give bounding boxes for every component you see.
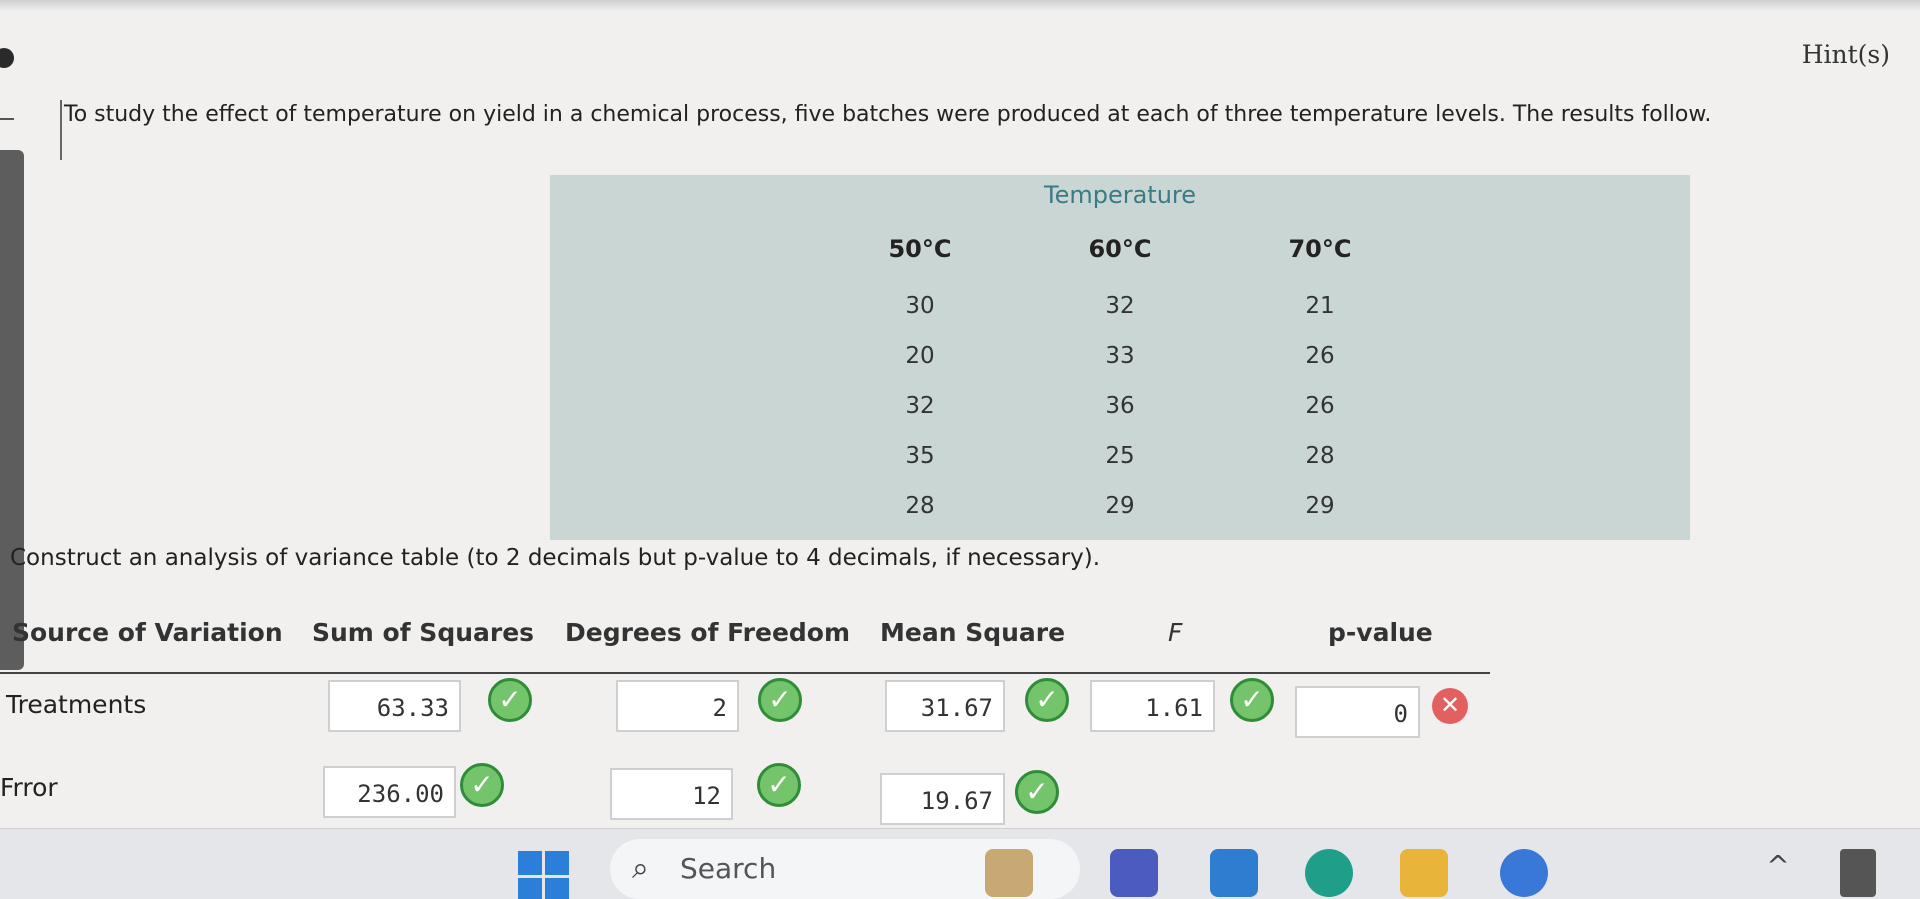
- error-ss-input[interactable]: 236.00: [323, 766, 456, 818]
- header-degrees-of-freedom: Degrees of Freedom: [565, 618, 851, 647]
- left-dot-icon: [0, 48, 14, 68]
- header-p-value: p-value: [1328, 618, 1433, 647]
- table-cell: 25: [1105, 443, 1135, 469]
- header-f: F: [1168, 618, 1183, 647]
- table-cell: 21: [1305, 293, 1335, 319]
- column-70c: 70°C 21 26 26 28 29: [1250, 235, 1390, 531]
- table-cell: 32: [905, 393, 935, 419]
- treatments-ms-input[interactable]: 31.67: [885, 680, 1005, 732]
- table-cell: 32: [1105, 293, 1135, 319]
- table-cell: 28: [1305, 443, 1335, 469]
- table-cell: 36: [1105, 393, 1135, 419]
- table-cell: 26: [1305, 393, 1335, 419]
- table-cell: 35: [905, 443, 935, 469]
- edge-icon[interactable]: [1305, 849, 1353, 897]
- cross-icon: ✕: [1432, 688, 1468, 724]
- table-cell: 30: [905, 293, 935, 319]
- row-label-treatments: Treatments: [6, 690, 147, 719]
- error-ms-input[interactable]: 19.67: [880, 773, 1005, 825]
- browser-top-strip: [0, 0, 1920, 10]
- hint-link[interactable]: Hint(s): [1802, 40, 1890, 69]
- search-label: Search: [680, 852, 777, 885]
- table-cell: 20: [905, 343, 935, 369]
- table-cell: 29: [1105, 493, 1135, 519]
- check-icon: ✓: [757, 763, 801, 807]
- check-icon: ✓: [758, 678, 802, 722]
- check-icon: ✓: [1230, 678, 1274, 722]
- column-50c: 50°C 30 20 32 35 28: [850, 235, 990, 531]
- treatments-p-input[interactable]: 0: [1295, 686, 1420, 738]
- question-text: To study the effect of temperature on yi…: [64, 102, 1712, 127]
- widgets-icon[interactable]: [985, 849, 1033, 897]
- scrollbar-thumb[interactable]: [0, 150, 24, 670]
- file-explorer-icon[interactable]: [1400, 849, 1448, 897]
- mail-icon[interactable]: [1210, 849, 1258, 897]
- header-mean-square: Mean Square: [880, 618, 1066, 647]
- anova-header-row: Source of Variation Sum of Squares Degre…: [0, 608, 1490, 674]
- column-header: 60°C: [1088, 235, 1152, 263]
- treatments-f-input[interactable]: 1.61: [1090, 680, 1215, 732]
- data-table: Temperature 50°C 30 20 32 35 28 60°C 32 …: [550, 175, 1690, 540]
- table-cell: 26: [1305, 343, 1335, 369]
- table-cell: 28: [905, 493, 935, 519]
- header-sum-of-squares: Sum of Squares: [312, 618, 535, 647]
- table-cell: 33: [1105, 343, 1135, 369]
- check-icon: ✓: [488, 678, 532, 722]
- search-icon: ⌕: [632, 851, 649, 886]
- table-cell: 29: [1305, 493, 1335, 519]
- column-header: 50°C: [888, 235, 952, 263]
- check-icon: ✓: [1025, 678, 1069, 722]
- check-icon: ✓: [1015, 770, 1059, 814]
- error-df-input[interactable]: 12: [610, 768, 733, 820]
- app-icon[interactable]: [1500, 849, 1548, 897]
- treatments-df-input[interactable]: 2: [616, 680, 739, 732]
- teams-icon[interactable]: [1110, 849, 1158, 897]
- side-divider: [0, 118, 14, 120]
- check-icon: ✓: [460, 763, 504, 807]
- taskbar: ⌕ Search ^: [0, 828, 1920, 899]
- column-60c: 60°C 32 33 36 25 29: [1050, 235, 1190, 531]
- instruction-text: Construct an analysis of variance table …: [10, 545, 1101, 571]
- chevron-up-icon[interactable]: ^: [1760, 849, 1796, 897]
- temperature-header: Temperature: [1043, 181, 1197, 209]
- question-block: To study the effect of temperature on yi…: [60, 100, 1900, 160]
- windows-start-icon[interactable]: [518, 851, 570, 899]
- row-label-error: Frror: [0, 773, 58, 802]
- treatments-ss-input[interactable]: 63.33: [328, 680, 461, 732]
- header-source: Source of Variation: [12, 618, 283, 647]
- system-tray-icon[interactable]: [1840, 849, 1876, 897]
- column-header: 70°C: [1288, 235, 1352, 263]
